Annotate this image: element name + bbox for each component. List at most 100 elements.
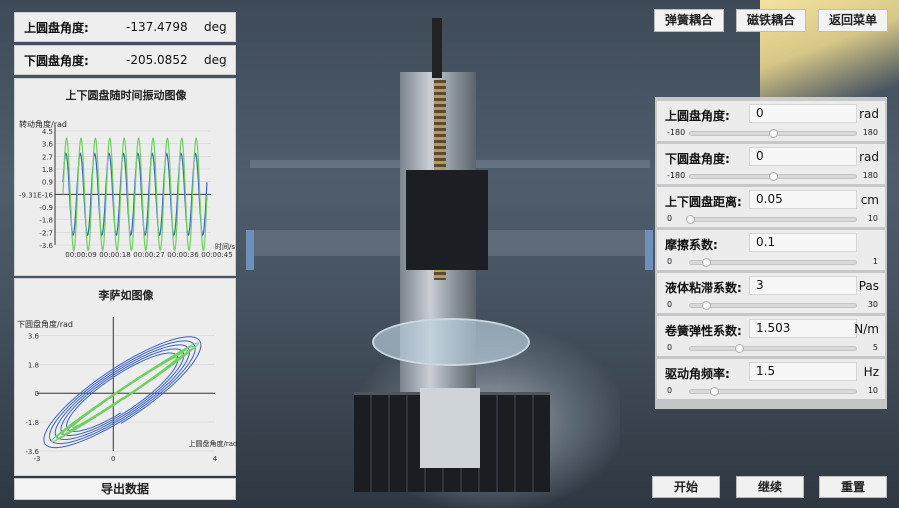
param-input[interactable]: 0.1 (749, 233, 857, 252)
param-input[interactable]: 0 (749, 147, 857, 166)
param-slider-thumb[interactable] (769, 129, 778, 138)
reset-button[interactable]: 重置 (819, 476, 887, 498)
start-button[interactable]: 开始 (652, 476, 720, 498)
param-label: 卷簧弹性系数: (665, 324, 742, 338)
param-label: 上圆盘角度: (665, 109, 730, 123)
lissajous-xlabel: 上圆盘角度/rad (189, 439, 237, 448)
param-input[interactable]: 0 (749, 104, 857, 123)
export-data-button[interactable]: 导出数据 (14, 478, 236, 500)
lower-angle-value: -205.0852 (126, 53, 188, 67)
time-chart-ytick: 2.7 (42, 153, 53, 161)
param-slider-track[interactable] (689, 260, 857, 265)
time-chart-xtick: 00:00:18 (99, 251, 130, 259)
readout-panel: 上圆盘角度: -137.4798 deg 下圆盘角度: -205.0852 de… (14, 12, 236, 78)
param-row: 下圆盘角度: 0 rad -180 180 (657, 144, 885, 184)
param-min: -180 (667, 171, 686, 180)
parameter-panel: 上圆盘角度: 0 rad -180 180 下圆盘角度: 0 rad -180 180 上下圆盘距离… (655, 97, 887, 409)
param-slider-track[interactable] (689, 217, 857, 222)
param-max: 30 (867, 300, 878, 309)
param-input[interactable]: 0.05 (749, 190, 857, 209)
param-label: 摩擦系数: (665, 238, 718, 252)
param-unit: Hz (863, 365, 879, 379)
param-input[interactable]: 1.503 (749, 319, 857, 338)
upper-angle-label: 上圆盘角度: (24, 20, 89, 35)
param-label: 上下圆盘距离: (665, 195, 742, 209)
param-input[interactable]: 3 (749, 276, 857, 295)
lissajous-ytick: 0 (35, 390, 39, 398)
lissajous-chart-plot: 下圆盘角度/rad3.61.80-1.8-3.6-3 0 4上圆盘角度/rad (17, 317, 237, 463)
param-slider-thumb[interactable] (701, 258, 711, 267)
time-chart-ytick: 3.6 (42, 141, 54, 149)
param-row: 液体粘滞系数: 3 Pas 0 30 (657, 273, 885, 313)
param-slider-track[interactable] (689, 303, 857, 308)
time-chart-ytick: -1.8 (39, 217, 53, 225)
time-vibration-chart: 上下圆盘随时间振动图像 转动角度/rad 4.5 3.6 2.7 1.8 0.9 -9.31… (14, 78, 236, 276)
time-chart-ytick: -9.31E-16 (19, 191, 54, 199)
time-chart-ytick: 4.5 (42, 128, 53, 136)
apparatus-knob (420, 388, 480, 468)
lissajous-ytick: -1.8 (25, 419, 39, 427)
lissajous-xtick: 0 (111, 455, 115, 463)
param-unit: cm (860, 193, 879, 207)
time-chart-xtick: 00:00:27 (133, 251, 164, 259)
apparatus-disk (372, 318, 530, 366)
param-max: 1 (872, 257, 878, 266)
param-max: 180 (862, 128, 878, 137)
param-row: 卷簧弹性系数: 1.503 N/m 0 5 (657, 316, 885, 356)
param-row: 上下圆盘距离: 0.05 cm 0 10 (657, 187, 885, 227)
time-chart-ytick: -0.9 (39, 204, 53, 212)
param-min: 0 (667, 257, 673, 266)
lissajous-xtick: -3 (34, 455, 41, 463)
param-input[interactable]: 1.5 (749, 362, 857, 381)
param-min: 0 (667, 300, 673, 309)
time-chart-plot: 转动角度/rad4.53.62.71.80.9-9.31E-16-0.9-1.8… (19, 119, 235, 259)
right-collapse-handle[interactable] (645, 230, 653, 270)
param-max: 180 (862, 171, 878, 180)
upper-angle-unit: deg (204, 20, 227, 34)
param-max: 10 (867, 214, 878, 223)
param-row: 上圆盘角度: 0 rad -180 180 (657, 101, 885, 141)
param-min: 0 (667, 214, 673, 223)
magnet-coupling-button[interactable]: 磁铁耦合 (736, 9, 806, 32)
time-chart-xlabel: 时间/s (215, 242, 235, 251)
param-unit: Pas (858, 279, 879, 293)
upper-angle-readout: 上圆盘角度: -137.4798 deg (14, 12, 236, 42)
lower-angle-readout: 下圆盘角度: -205.0852 deg (14, 45, 236, 75)
lower-angle-unit: deg (204, 53, 227, 67)
param-slider-thumb[interactable] (685, 215, 695, 224)
lissajous-chart: 李萨如图像 下圆盘角度/rad 3.6 1.8 0 -1.8 -3.6 -3 0 4 上圆盘角度/… (14, 278, 237, 476)
time-chart-ytick: 1.8 (42, 166, 53, 174)
resume-button[interactable]: 继续 (736, 476, 804, 498)
lower-disk-series (62, 137, 208, 251)
param-min: 0 (667, 386, 673, 395)
param-max: 10 (867, 386, 878, 395)
lissajous-ytick: 1.8 (28, 361, 39, 369)
param-label: 下圆盘角度: (665, 152, 730, 166)
time-chart-ytick: -2.7 (39, 229, 53, 237)
param-min: -180 (667, 128, 686, 137)
apparatus-sensor-head (406, 170, 488, 270)
param-slider-thumb[interactable] (710, 387, 720, 396)
spring-coupling-button[interactable]: 弹簧耦合 (654, 9, 724, 32)
param-unit: rad (859, 150, 879, 164)
back-menu-button[interactable]: 返回菜单 (818, 9, 888, 32)
apparatus-rod (432, 18, 442, 78)
param-slider-track[interactable] (689, 346, 857, 351)
param-row: 摩擦系数: 0.1 0 1 (657, 230, 885, 270)
lissajous-ytick: 3.6 (28, 332, 40, 340)
param-max: 5 (872, 343, 878, 352)
param-unit: rad (859, 107, 879, 121)
param-slider-thumb[interactable] (735, 344, 745, 353)
upper-angle-value: -137.4798 (126, 20, 188, 34)
time-chart-xtick: 00:00:45 (201, 251, 232, 259)
param-unit: N/m (854, 322, 879, 336)
left-collapse-handle[interactable] (246, 230, 254, 270)
lissajous-green-curve (50, 342, 199, 443)
param-slider-thumb[interactable] (769, 172, 778, 181)
param-slider-thumb[interactable] (701, 301, 711, 310)
lissajous-xtick: 4 (213, 455, 218, 463)
param-row: 驱动角频率: 1.5 Hz 0 10 (657, 359, 885, 399)
param-label: 液体粘滞系数: (665, 281, 742, 295)
lissajous-ylabel: 下圆盘角度/rad (17, 319, 73, 329)
time-chart-ytick: 0.9 (42, 179, 53, 187)
